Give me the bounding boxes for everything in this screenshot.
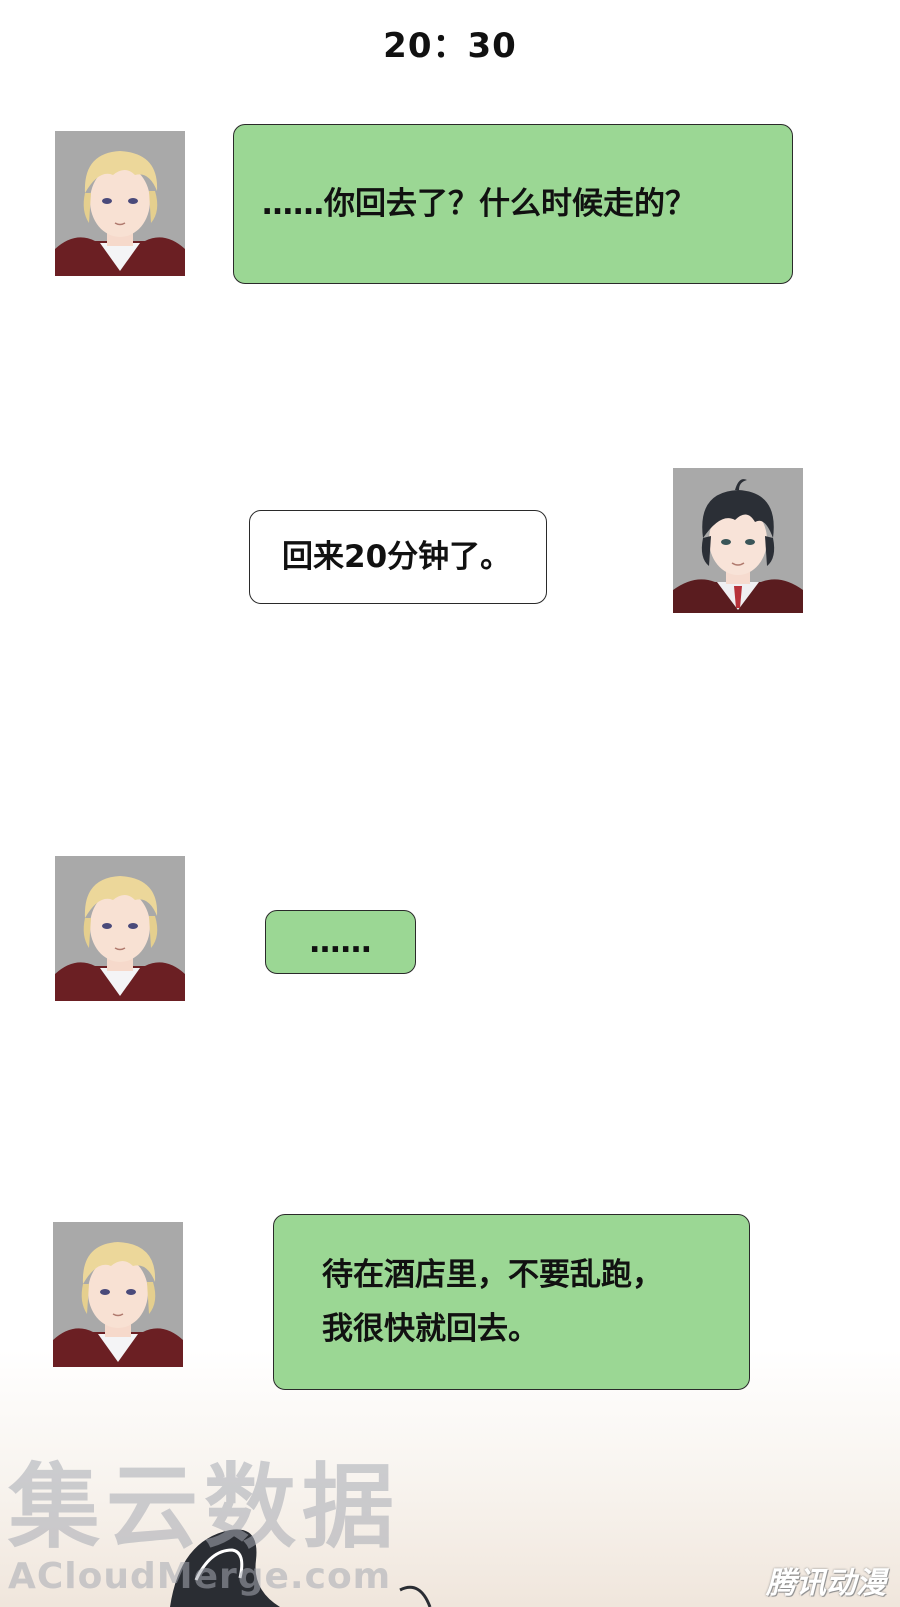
message-bubble[interactable]: ……你回去了？什么时候走的？ bbox=[233, 124, 793, 284]
message-text: 回来20分钟了。 bbox=[282, 538, 512, 575]
message-text: 待在酒店里，不要乱跑， 我很快就回去。 bbox=[322, 1248, 663, 1357]
message-text: …… bbox=[309, 923, 372, 960]
watermark-en: ACloudMerge.com bbox=[8, 1556, 392, 1597]
blond-character-icon bbox=[55, 856, 185, 1001]
dark-hair-character-icon bbox=[673, 468, 803, 613]
message-line: 我很快就回去。 bbox=[322, 1311, 539, 1347]
avatar-blond[interactable] bbox=[55, 856, 185, 1001]
brand-logo: 腾讯动漫 bbox=[766, 1566, 886, 1601]
blond-character-icon bbox=[53, 1222, 183, 1367]
message-line: 待在酒店里，不要乱跑， bbox=[322, 1256, 663, 1293]
message-text: ……你回去了？什么时候走的？ bbox=[262, 185, 696, 222]
watermark-cn: 集云数据 bbox=[8, 1454, 401, 1561]
avatar-blond[interactable] bbox=[55, 131, 185, 276]
avatar-blond[interactable] bbox=[53, 1222, 183, 1367]
message-bubble[interactable]: 回来20分钟了。 bbox=[249, 510, 547, 604]
watermark: 集云数据 ACloudMerge.com bbox=[8, 1454, 401, 1598]
blond-character-icon bbox=[55, 131, 185, 276]
message-bubble[interactable]: 待在酒店里，不要乱跑， 我很快就回去。 bbox=[273, 1214, 750, 1390]
message-bubble[interactable]: …… bbox=[265, 910, 416, 974]
chat-timestamp: 20：30 bbox=[383, 26, 517, 66]
avatar-dark-hair[interactable] bbox=[673, 468, 803, 613]
